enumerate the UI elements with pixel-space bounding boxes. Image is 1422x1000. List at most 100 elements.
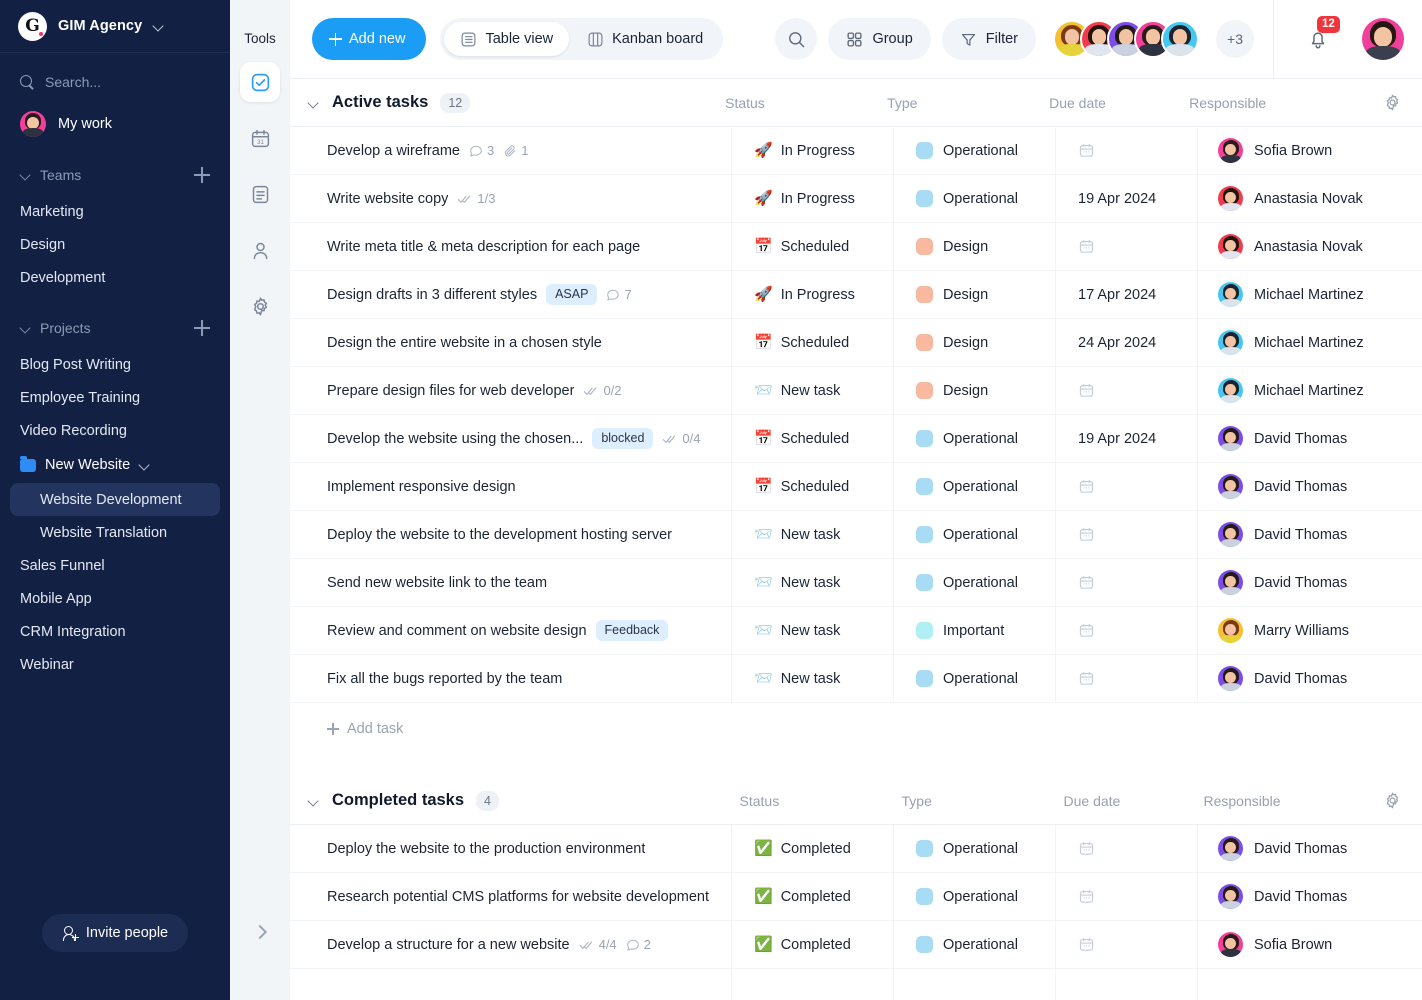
- cell-responsible[interactable]: Anastasia Novak: [1198, 223, 1422, 271]
- cell-due-date[interactable]: 17 Apr 2024: [1056, 270, 1198, 319]
- task-badge[interactable]: ASAP: [546, 284, 598, 305]
- cell-status[interactable]: [732, 968, 894, 1000]
- cell-due-date[interactable]: [1056, 462, 1198, 511]
- group-button[interactable]: Group: [828, 18, 931, 60]
- sidebar-item-employee-training[interactable]: Employee Training: [0, 381, 230, 414]
- add-project-button[interactable]: [194, 320, 210, 336]
- cell-due-date[interactable]: [1056, 824, 1198, 873]
- org-switcher[interactable]: G GIM Agency: [0, 0, 230, 53]
- table-row[interactable]: Send new website link to the team 📨 New t…: [290, 558, 1422, 607]
- cell-task-name[interactable]: Develop a structure for a new website 4/4…: [290, 920, 732, 969]
- cell-status[interactable]: 📅 Scheduled: [732, 462, 894, 511]
- cell-responsible[interactable]: Michael Martinez: [1198, 367, 1422, 415]
- column-settings-icon[interactable]: [1383, 93, 1402, 112]
- cell-status[interactable]: 🚀 In Progress: [732, 126, 894, 175]
- sidebar-item-my-work[interactable]: My work: [0, 103, 230, 141]
- tool-checkbox-icon[interactable]: [240, 62, 280, 102]
- tool-document-icon[interactable]: [240, 174, 280, 214]
- cell-task-name[interactable]: Design the entire website in a chosen st…: [290, 318, 732, 367]
- cell-responsible[interactable]: Marry Williams: [1198, 607, 1422, 655]
- cell-due-date[interactable]: [1056, 606, 1198, 655]
- sidebar-item-crm-integration[interactable]: CRM Integration: [0, 615, 230, 648]
- member-avatar-stack[interactable]: [1053, 20, 1199, 58]
- chevron-down-icon[interactable]: [308, 795, 320, 807]
- cell-status[interactable]: 📨 New task: [732, 558, 894, 607]
- sidebar-item-design[interactable]: Design: [0, 228, 230, 261]
- cell-task-name[interactable]: Fix all the bugs reported by the team: [290, 654, 732, 703]
- table-row[interactable]: Deploy the website to the development ho…: [290, 510, 1422, 559]
- invite-people-button[interactable]: Invite people: [41, 914, 189, 952]
- notifications-button[interactable]: 12: [1297, 16, 1340, 60]
- cell-status[interactable]: 🚀 In Progress: [732, 174, 894, 223]
- cell-type[interactable]: Operational: [894, 174, 1056, 223]
- cell-responsible[interactable]: David Thomas: [1198, 655, 1422, 703]
- cell-status[interactable]: 🚀 In Progress: [732, 270, 894, 319]
- sidebar-item-mobile-app[interactable]: Mobile App: [0, 582, 230, 615]
- cell-due-date[interactable]: 19 Apr 2024: [1056, 174, 1198, 223]
- table-row[interactable]: [290, 968, 1422, 1000]
- cell-due-date[interactable]: [1056, 126, 1198, 175]
- cell-task-name[interactable]: Implement responsive design: [290, 462, 732, 511]
- avatar-overflow-count[interactable]: +3: [1216, 20, 1254, 58]
- tool-calendar-icon[interactable]: 31: [240, 118, 280, 158]
- cell-responsible[interactable]: David Thomas: [1198, 873, 1422, 921]
- cell-task-name[interactable]: Write website copy 1/3: [290, 174, 732, 223]
- column-header-type[interactable]: Type: [880, 793, 1042, 809]
- sidebar-item-development[interactable]: Development: [0, 261, 230, 294]
- cell-responsible[interactable]: Sofia Brown: [1198, 127, 1422, 175]
- cell-status[interactable]: 📨 New task: [732, 606, 894, 655]
- sidebar-search[interactable]: Search...: [0, 61, 230, 103]
- cell-task-name[interactable]: Develop the website using the chosen... b…: [290, 414, 732, 463]
- cell-status[interactable]: 📅 Scheduled: [732, 414, 894, 463]
- table-row[interactable]: Implement responsive design 📅 Scheduled O…: [290, 462, 1422, 511]
- tool-person-icon[interactable]: [240, 230, 280, 270]
- cell-type[interactable]: Operational: [894, 872, 1056, 921]
- cell-responsible[interactable]: David Thomas: [1198, 415, 1422, 463]
- cell-status[interactable]: 📨 New task: [732, 510, 894, 559]
- table-row[interactable]: Design the entire website in a chosen st…: [290, 318, 1422, 367]
- table-row[interactable]: Write website copy 1/3 🚀 In Progress Opera…: [290, 174, 1422, 223]
- table-row[interactable]: Review and comment on website design Feed…: [290, 606, 1422, 655]
- cell-task-name[interactable]: Develop a wireframe 3 1: [290, 126, 732, 175]
- sidebar-group-projects[interactable]: Projects: [0, 308, 230, 348]
- column-header-due-date[interactable]: Due date: [1042, 793, 1184, 809]
- cell-due-date[interactable]: 24 Apr 2024: [1056, 318, 1198, 367]
- cell-responsible[interactable]: David Thomas: [1198, 463, 1422, 511]
- tab-table-view[interactable]: Table view: [444, 22, 570, 56]
- cell-type[interactable]: Operational: [894, 126, 1056, 175]
- cell-responsible[interactable]: David Thomas: [1198, 559, 1422, 607]
- cell-due-date[interactable]: [1056, 920, 1198, 969]
- cell-task-name[interactable]: Prepare design files for web developer 0/…: [290, 366, 732, 415]
- cell-due-date[interactable]: [1056, 872, 1198, 921]
- cell-responsible[interactable]: Michael Martinez: [1198, 271, 1422, 319]
- cell-due-date[interactable]: [1056, 558, 1198, 607]
- cell-type[interactable]: [894, 968, 1056, 1000]
- table-row[interactable]: Write meta title & meta description for …: [290, 222, 1422, 271]
- column-header-responsible[interactable]: Responsible: [1184, 791, 1422, 810]
- cell-task-name[interactable]: Deploy the website to the development ho…: [290, 510, 732, 559]
- task-badge[interactable]: Feedback: [595, 620, 669, 641]
- cell-status[interactable]: 📨 New task: [732, 654, 894, 703]
- cell-due-date[interactable]: [1056, 510, 1198, 559]
- tool-gear-icon[interactable]: [240, 286, 280, 326]
- cell-status[interactable]: 📅 Scheduled: [732, 222, 894, 271]
- cell-type[interactable]: Design: [894, 270, 1056, 319]
- cell-task-name[interactable]: Design drafts in 3 different styles ASAP 7: [290, 270, 732, 319]
- sidebar-item-blog-post-writing[interactable]: Blog Post Writing: [0, 348, 230, 381]
- table-row[interactable]: Develop a wireframe 3 1 🚀 In Progress Opera…: [290, 126, 1422, 175]
- column-settings-icon[interactable]: [1383, 791, 1402, 810]
- column-header-status[interactable]: Status: [718, 793, 880, 809]
- cell-type[interactable]: Operational: [894, 824, 1056, 873]
- add-team-button[interactable]: [194, 167, 210, 183]
- cell-responsible[interactable]: Michael Martinez: [1198, 319, 1422, 367]
- collapse-sidebar-button[interactable]: [249, 922, 271, 944]
- cell-task-name[interactable]: Write meta title & meta description for …: [290, 222, 732, 271]
- cell-responsible[interactable]: Anastasia Novak: [1198, 175, 1422, 223]
- cell-status[interactable]: ✅ Completed: [732, 872, 894, 921]
- table-row[interactable]: Research potential CMS platforms for web…: [290, 872, 1422, 921]
- cell-status[interactable]: 📅 Scheduled: [732, 318, 894, 367]
- cell-type[interactable]: Important: [894, 606, 1056, 655]
- column-header-responsible[interactable]: Responsible: [1169, 93, 1422, 112]
- cell-type[interactable]: Operational: [894, 510, 1056, 559]
- cell-task-name[interactable]: Review and comment on website design Feed…: [290, 606, 732, 655]
